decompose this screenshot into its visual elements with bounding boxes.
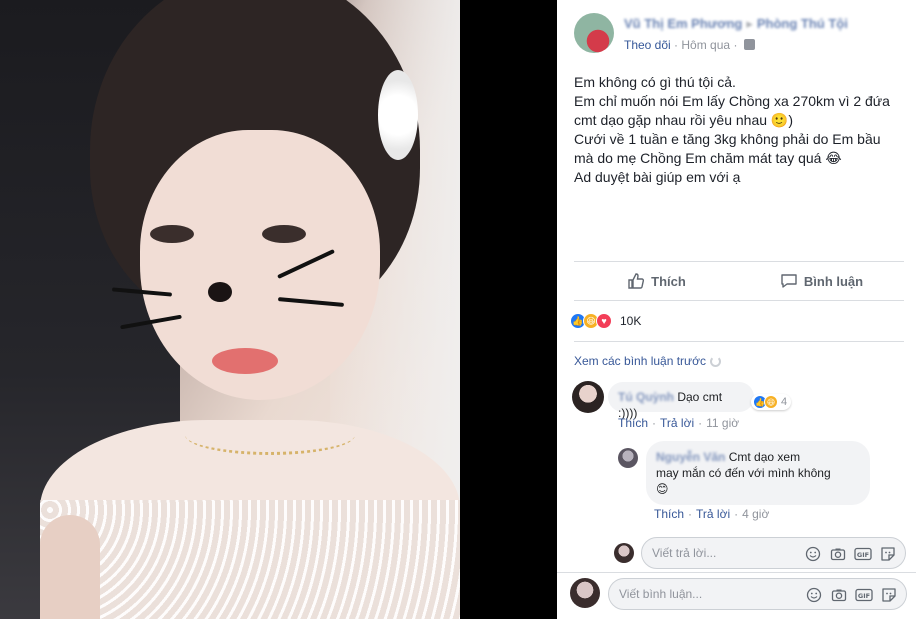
reply-input-box: GIF: [641, 537, 906, 569]
reply-input[interactable]: [652, 538, 802, 568]
post-text: Em không có gì thú tội cả. Em chỉ muốn n…: [574, 73, 904, 187]
photo-viewer: Vũ Thị Em Phương ▸ Phòng Thú Tội Theo dõi …: [0, 0, 916, 619]
smiley-icon[interactable]: [805, 586, 823, 604]
audience-icon[interactable]: [743, 39, 755, 50]
current-user-avatar: [570, 578, 600, 608]
post-actions: Thích Bình luận: [574, 263, 904, 299]
author-avatar[interactable]: [574, 13, 614, 53]
reaction-summary[interactable]: 👍 😆 ♥ 10K: [570, 310, 641, 332]
photo-finger: [40, 515, 100, 619]
view-previous-label: Xem các bình luận trước: [574, 354, 706, 368]
group-name[interactable]: Phòng Thú Tội: [757, 16, 848, 31]
author-name[interactable]: Vũ Thị Em Phương: [624, 16, 742, 31]
photo-lace-dress: [40, 500, 460, 619]
post-text-line: Cưới về 1 tuần e tăng 3kg không phải do …: [574, 131, 881, 147]
divider: [574, 261, 904, 262]
reply-reply-link[interactable]: Trả lời: [696, 507, 730, 521]
comment-time[interactable]: 11 giờ: [706, 416, 739, 430]
meta-separator: ·: [733, 38, 741, 52]
current-user-avatar: [614, 543, 634, 563]
thumbs-up-icon: [628, 273, 645, 289]
comment-reactions[interactable]: 👍 😆 4: [751, 394, 792, 410]
photo-hair-flower: [378, 70, 418, 160]
separator-dot: ·: [652, 416, 657, 430]
like-button[interactable]: Thích: [574, 263, 739, 299]
reply-author[interactable]: Nguyễn Văn: [656, 450, 725, 464]
divider: [574, 341, 904, 342]
reply-time[interactable]: 4 giờ: [742, 507, 769, 521]
comment-input-box: GIF: [608, 578, 907, 610]
gif-icon[interactable]: GIF: [855, 586, 873, 604]
reply-bubble: Nguyễn Văn Cmt dạo xem may mắn có đến vớ…: [646, 441, 870, 505]
sticker-icon[interactable]: [879, 545, 897, 563]
camera-icon[interactable]: [829, 545, 847, 563]
post-text-line: cmt dạo gặp nhau rồi yêu nhau 🙂): [574, 112, 794, 128]
commenter-avatar[interactable]: [572, 381, 604, 413]
divider: [574, 300, 904, 301]
photo-eye-right: [262, 225, 306, 243]
love-reaction-icon: ♥: [596, 313, 612, 329]
post-side-panel: Vũ Thị Em Phương ▸ Phòng Thú Tội Theo dõi …: [557, 0, 916, 619]
post-text-line: Em chỉ muốn nói Em lấy Chồng xa 270km vì…: [574, 93, 890, 109]
reply-text-line: may mắn có đến với mình không: [656, 466, 831, 480]
post-photo[interactable]: [0, 0, 460, 619]
comment-input[interactable]: [619, 579, 769, 609]
post-text-line: Ad duyệt bài giúp em với ạ: [574, 169, 741, 185]
haha-reaction-icon: 😆: [764, 395, 778, 409]
reply-text-line: Cmt dạo xem: [728, 450, 801, 464]
viewer-gap: [460, 0, 557, 619]
comment-actions: Thích · Trả lời · 11 giờ: [618, 416, 739, 430]
divider: [557, 572, 916, 573]
comment-tools: GIF: [798, 586, 898, 604]
comment-label: Bình luận: [803, 273, 864, 289]
reply-like-link[interactable]: Thích: [654, 507, 684, 521]
post-text-line: mà do mẹ Chồng Em chăm mát tay quá 😂: [574, 150, 842, 166]
photo-necklace: [185, 415, 355, 455]
comment-bubble: Tú Quỳnh Dạo cmt :)))): [608, 382, 754, 420]
view-previous-comments[interactable]: Xem các bình luận trước: [574, 354, 721, 368]
separator-dot: ·: [688, 507, 693, 521]
gif-icon[interactable]: GIF: [854, 545, 872, 563]
post-meta: Theo dõi · Hôm qua ·: [624, 38, 755, 52]
comment-button[interactable]: Bình luận: [739, 263, 904, 299]
post-header: Vũ Thị Em Phương ▸ Phòng Thú Tội Theo dõi …: [574, 13, 916, 53]
comment-like-link[interactable]: Thích: [618, 416, 648, 430]
post-text-line: Em không có gì thú tội cả.: [574, 74, 736, 90]
separator-dot: ·: [698, 416, 703, 430]
smiley-icon[interactable]: [804, 545, 822, 563]
follow-link[interactable]: Theo dõi: [624, 38, 671, 52]
reaction-count: 10K: [620, 314, 642, 328]
reply-tools: GIF: [797, 545, 897, 563]
comment-reply-link[interactable]: Trả lời: [660, 416, 694, 430]
loading-spinner-icon: [709, 356, 721, 367]
comment-author[interactable]: Tú Quỳnh: [618, 390, 674, 404]
svg-text:GIF: GIF: [857, 551, 869, 559]
camera-icon[interactable]: [830, 586, 848, 604]
comment-icon: [781, 274, 797, 288]
group-arrow-icon: ▸: [746, 16, 753, 31]
author-line: Vũ Thị Em Phương ▸ Phòng Thú Tội: [624, 16, 848, 32]
separator-dot: ·: [734, 507, 739, 521]
like-label: Thích: [651, 273, 686, 289]
svg-text:GIF: GIF: [858, 592, 870, 600]
reply-emoji: 😊: [656, 482, 669, 496]
photo-lips: [212, 348, 278, 374]
comment-reaction-count: 4: [781, 396, 788, 408]
replier-avatar[interactable]: [618, 448, 638, 468]
sticker-icon[interactable]: [880, 586, 898, 604]
photo-eye-left: [150, 225, 194, 243]
post-time[interactable]: Hôm qua: [681, 38, 730, 52]
photo-cat-nose: [208, 282, 232, 302]
reply-actions: Thích · Trả lời · 4 giờ: [654, 507, 769, 521]
